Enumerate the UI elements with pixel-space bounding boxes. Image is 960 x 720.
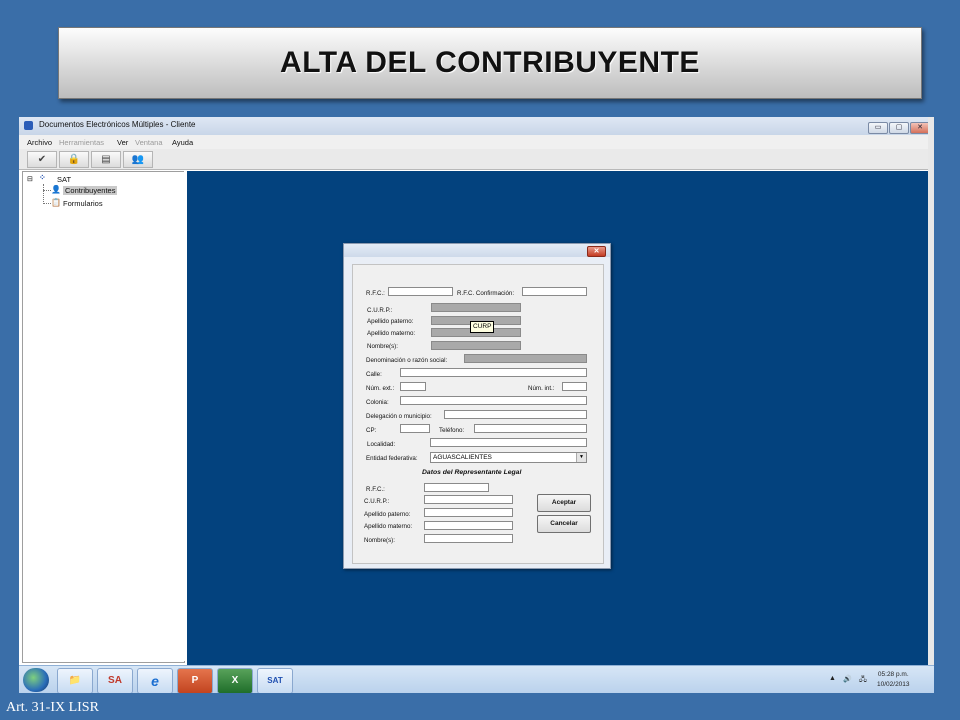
- delegacion-field[interactable]: [444, 410, 587, 419]
- network-icon[interactable]: 🖧: [859, 675, 867, 686]
- clock-time: 05:28 p.m.: [877, 671, 909, 678]
- rep-apellido-materno-field[interactable]: [424, 521, 513, 530]
- clock[interactable]: 05:28 p.m. 10/02/2013: [877, 670, 910, 690]
- telefono-field[interactable]: [474, 424, 587, 433]
- entidad-label: Entidad federativa:: [366, 455, 418, 462]
- menu-archivo[interactable]: Archivo: [27, 138, 52, 147]
- clock-date: 10/02/2013: [877, 681, 910, 688]
- tree-expander-icon[interactable]: ⊟: [27, 175, 33, 183]
- rep-apellido-materno-label: Apellido materno:: [364, 523, 413, 530]
- minimize-button[interactable]: ▭: [868, 122, 888, 134]
- cancelar-button[interactable]: Cancelar: [537, 515, 591, 533]
- denominacion-label: Denominación o razón social:: [366, 357, 448, 364]
- menu-herramientas[interactable]: Herramientas: [59, 138, 104, 147]
- menu-ayuda[interactable]: Ayuda: [172, 138, 193, 147]
- explorer-taskbar-icon[interactable]: 📁: [57, 668, 93, 693]
- menu-ver[interactable]: Ver: [117, 138, 128, 147]
- num-ext-field[interactable]: [400, 382, 426, 391]
- app-icon: [24, 121, 33, 130]
- sat-app-taskbar-icon[interactable]: SAT: [257, 668, 293, 693]
- num-int-field[interactable]: [562, 382, 587, 391]
- rep-nombres-label: Nombre(s):: [364, 537, 395, 544]
- excel-taskbar-icon[interactable]: X: [217, 668, 253, 693]
- nombres-field[interactable]: [431, 341, 521, 350]
- start-button[interactable]: [23, 668, 49, 692]
- curp-tooltip: CURP: [470, 321, 495, 333]
- localidad-field[interactable]: [430, 438, 587, 447]
- cp-field[interactable]: [400, 424, 430, 433]
- rfc-confirm-label: R.F.C. Confirmación:: [457, 290, 515, 297]
- rep-rfc-field[interactable]: [424, 483, 489, 492]
- telefono-label: Teléfono:: [439, 427, 465, 434]
- localidad-label: Localidad:: [367, 441, 396, 448]
- app-screenshot: Documentos Electrónicos Múltiples - Clie…: [19, 117, 934, 693]
- tree-item-contribuyentes[interactable]: Contribuyentes: [63, 186, 118, 195]
- formulario-icon: 📋: [51, 198, 61, 207]
- sat-icon: ⁘: [39, 173, 46, 182]
- slide-title-banner: ALTA DEL CONTRIBUYENTE: [58, 27, 922, 99]
- num-int-label: Núm. int.:: [528, 385, 555, 392]
- slide-footer: Art. 31-IX LISR: [6, 700, 99, 715]
- internet-explorer-taskbar-icon[interactable]: e: [137, 668, 173, 693]
- rep-apellido-paterno-field[interactable]: [424, 508, 513, 517]
- volume-icon[interactable]: 🔊: [843, 675, 852, 683]
- window-border: [928, 117, 934, 693]
- rfc-field[interactable]: [388, 287, 453, 296]
- curp-field[interactable]: [431, 303, 521, 312]
- rfc-label: R.F.C.:: [366, 290, 385, 297]
- chevron-down-icon[interactable]: ▼: [576, 453, 586, 462]
- curp-label: C.U.R.P.:: [367, 307, 393, 314]
- tray-arrow-icon[interactable]: ▲: [829, 675, 836, 682]
- navigation-tree: ⊟ ⁘ SAT 👤 Contribuyentes 📋 Formularios: [22, 171, 185, 663]
- window-titlebar: Documentos Electrónicos Múltiples - Clie…: [19, 117, 934, 135]
- menu-ventana[interactable]: Ventana: [135, 138, 163, 147]
- apellido-paterno-label: Apellido paterno:: [367, 318, 414, 325]
- entidad-select-value: AGUASCALIENTES: [433, 454, 492, 461]
- colonia-label: Colonia:: [366, 399, 389, 406]
- sa-app-taskbar-icon[interactable]: SA: [97, 668, 133, 693]
- menu-bar: Archivo Herramientas Ver Ventana Ayuda: [19, 135, 934, 149]
- dialog-body: R.F.C.: R.F.C. Confirmación: C.U.R.P.: A…: [352, 264, 604, 564]
- powerpoint-taskbar-icon[interactable]: P: [177, 668, 213, 693]
- maximize-button[interactable]: ▢: [889, 122, 909, 134]
- tree-item-formularios[interactable]: Formularios: [63, 199, 103, 208]
- check-icon[interactable]: ✔: [27, 151, 57, 168]
- contribuyente-icon: 👤: [51, 185, 61, 194]
- slide-title: ALTA DEL CONTRIBUYENTE: [280, 46, 700, 79]
- lock-icon[interactable]: 🔒: [59, 151, 89, 168]
- rfc-confirm-field[interactable]: [522, 287, 587, 296]
- colonia-field[interactable]: [400, 396, 587, 405]
- tree-root-sat[interactable]: SAT: [57, 175, 71, 184]
- apellido-materno-label: Apellido materno:: [367, 330, 416, 337]
- calle-label: Calle:: [366, 371, 382, 378]
- close-button[interactable]: ✕: [910, 122, 930, 134]
- dialog-titlebar: ✕: [344, 244, 610, 257]
- taskbar: 📁 SA e P X SAT ▲ 🔊 🖧 05:28 p.m. 10/02/20…: [19, 665, 934, 693]
- document-icon[interactable]: ▤: [91, 151, 121, 168]
- users-icon[interactable]: 👥: [123, 151, 153, 168]
- window-title: Documentos Electrónicos Múltiples - Clie…: [39, 120, 196, 129]
- rep-nombres-field[interactable]: [424, 534, 513, 543]
- nombres-label: Nombre(s):: [367, 343, 398, 350]
- toolbar: ✔ 🔒 ▤ 👥: [19, 149, 934, 170]
- alta-dialog: ✕ R.F.C.: R.F.C. Confirmación: C.U.R.P.:…: [343, 243, 611, 569]
- cp-label: CP:: [366, 427, 377, 434]
- rep-rfc-label: R.F.C.:: [366, 486, 385, 493]
- rep-curp-label: C.U.R.P.:: [364, 498, 390, 505]
- representante-section-title: Datos del Representante Legal: [422, 469, 522, 476]
- entidad-select[interactable]: AGUASCALIENTES ▼: [430, 452, 587, 463]
- denominacion-field[interactable]: [464, 354, 587, 363]
- delegacion-label: Delegación o municipio:: [366, 413, 432, 420]
- rep-apellido-paterno-label: Apellido paterno:: [364, 511, 411, 518]
- calle-field[interactable]: [400, 368, 587, 377]
- dialog-close-button[interactable]: ✕: [587, 246, 606, 257]
- aceptar-button[interactable]: Aceptar: [537, 494, 591, 512]
- num-ext-label: Núm. ext.:: [366, 385, 395, 392]
- rep-curp-field[interactable]: [424, 495, 513, 504]
